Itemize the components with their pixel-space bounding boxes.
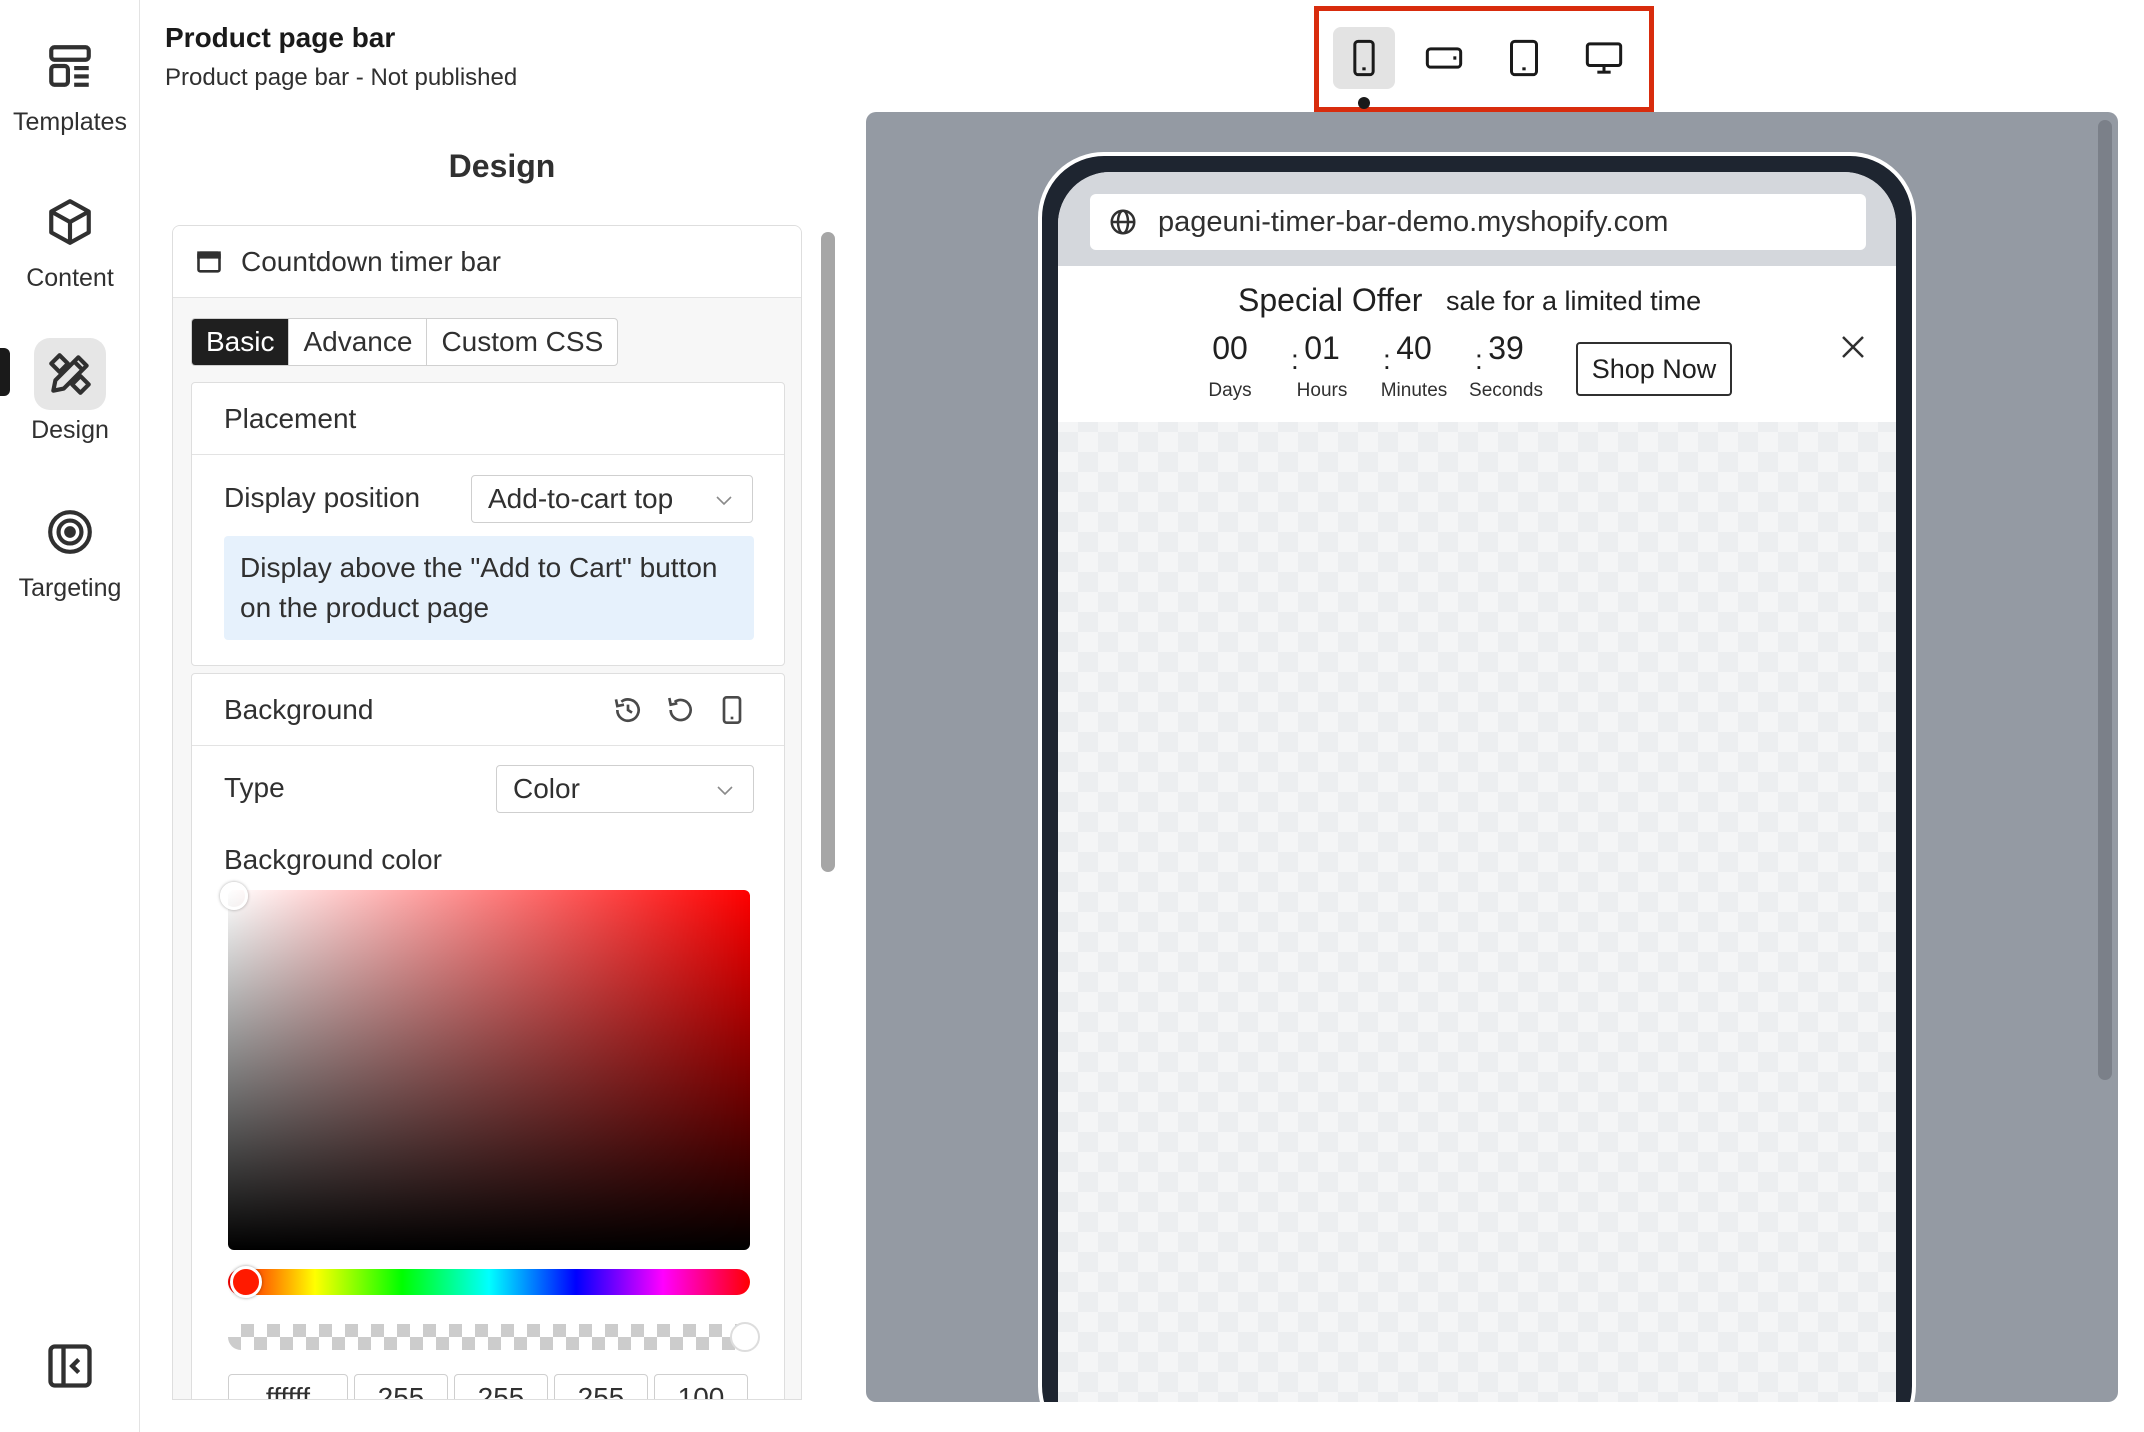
settings-card: Countdown timer bar Basic Advance Custom… (172, 225, 802, 1400)
tab-custom-css[interactable]: Custom CSS (427, 319, 617, 365)
preview-scrollbar[interactable] (2098, 120, 2112, 1080)
tablet-icon (1510, 39, 1538, 77)
history-icon[interactable] (612, 694, 644, 726)
desktop-icon (1585, 42, 1623, 74)
settings-tabs: Basic Advance Custom CSS (191, 318, 619, 366)
device-mobile-portrait-button[interactable] (1333, 27, 1395, 109)
tab-basic[interactable]: Basic (192, 319, 290, 365)
placement-info: Display above the "Add to Cart" button o… (224, 536, 754, 640)
panel-heading: Design (448, 148, 556, 184)
cube-icon (34, 186, 106, 258)
saturation-handle[interactable] (220, 882, 248, 910)
countdown-days: 00 (1212, 330, 1248, 366)
side-nav: Templates Content Design Targeting (0, 0, 140, 1432)
mobile-device-icon[interactable] (716, 694, 748, 726)
device-desktop-button[interactable] (1573, 27, 1635, 89)
chevron-down-icon (717, 786, 733, 796)
hex-input[interactable]: ffffff (228, 1374, 348, 1399)
chevron-down-icon (716, 496, 732, 506)
close-icon[interactable] (1838, 332, 1868, 362)
countdown-days-label: Days (1208, 380, 1252, 401)
background-type-value: Color (513, 773, 580, 804)
color-values: ffffff 255 255 255 100 (228, 1374, 748, 1399)
background-color-label: Background color (224, 844, 442, 875)
nav-label-templates: Templates (13, 108, 127, 136)
red-input[interactable]: 255 (354, 1374, 448, 1399)
panel-scrollbar[interactable] (821, 232, 835, 872)
mobile-landscape-icon (1425, 47, 1463, 69)
hue-handle[interactable] (230, 1266, 262, 1298)
collapse-sidebar-icon[interactable] (44, 1340, 96, 1392)
alpha-handle[interactable] (730, 1322, 760, 1352)
saturation-picker[interactable] (228, 890, 750, 1250)
background-actions (612, 694, 748, 726)
card-header[interactable]: Countdown timer bar (173, 226, 801, 298)
device-toggle (1314, 6, 1654, 112)
reset-icon[interactable] (664, 694, 696, 726)
url-text: pageuni-timer-bar-demo.myshopify.com (1158, 205, 1669, 238)
page-subtitle: Product page bar - Not published (165, 64, 518, 91)
countdown-minutes: 40 (1396, 330, 1432, 366)
nav-label-targeting: Targeting (18, 574, 122, 602)
background-type-select[interactable]: Color (496, 765, 754, 813)
globe-icon (1110, 209, 1136, 235)
browser-bar: pageuni-timer-bar-demo.myshopify.com (1058, 172, 1896, 266)
target-icon (34, 496, 106, 568)
countdown-bar-preview: Special Offer sale for a limited time 00… (1058, 266, 1896, 422)
nav-item-content[interactable]: Content (0, 186, 140, 293)
card-title: Countdown timer bar (241, 245, 501, 277)
nav-label-content: Content (26, 264, 114, 292)
mobile-portrait-icon (1353, 39, 1375, 77)
templates-icon (34, 30, 106, 102)
countdown-hours: 01 (1304, 330, 1340, 366)
alpha-input[interactable]: 100 (654, 1374, 748, 1399)
green-input[interactable]: 255 (454, 1374, 548, 1399)
device-tablet-button[interactable] (1493, 27, 1555, 89)
countdown-minutes-label: Minutes (1380, 380, 1448, 401)
nav-item-templates[interactable]: Templates (0, 30, 140, 137)
display-position-value: Add-to-cart top (488, 483, 674, 514)
type-label: Type (224, 772, 285, 803)
display-position-select[interactable]: Add-to-cart top (471, 475, 753, 523)
background-section: Background Type Color Background color f… (191, 673, 785, 1399)
placement-title: Placement (192, 383, 784, 455)
nav-item-targeting[interactable]: Targeting (0, 496, 140, 603)
phone-frame: pageuni-timer-bar-demo.myshopify.com Spe… (1038, 152, 1916, 1402)
offer-subtitle: sale for a limited time (1446, 286, 1702, 316)
countdown-seconds: 39 (1488, 330, 1524, 366)
hue-slider[interactable] (228, 1269, 750, 1295)
placement-section: Placement Display position Add-to-cart t… (191, 382, 785, 666)
alpha-slider[interactable] (228, 1324, 750, 1350)
countdown-hours-label: Hours (1296, 380, 1348, 401)
display-position-label: Display position (224, 482, 421, 513)
phone-screen: pageuni-timer-bar-demo.myshopify.com Spe… (1058, 172, 1896, 1402)
window-icon (197, 250, 221, 273)
tab-advance[interactable]: Advance (289, 319, 428, 365)
nav-item-design[interactable]: Design (0, 338, 140, 445)
nav-label-design: Design (31, 416, 109, 444)
preview-canvas: pageuni-timer-bar-demo.myshopify.com Spe… (866, 112, 2118, 1402)
design-tools-icon (34, 338, 106, 410)
shop-now-button[interactable]: Shop Now (1576, 342, 1732, 396)
blue-input[interactable]: 255 (554, 1374, 648, 1399)
url-field: pageuni-timer-bar-demo.myshopify.com (1090, 194, 1866, 250)
page-title: Product page bar (165, 22, 396, 53)
device-mobile-landscape-button[interactable] (1413, 27, 1475, 89)
offer-title: Special Offer (1238, 282, 1423, 318)
active-device-dot (1358, 97, 1370, 109)
countdown-seconds-label: Seconds (1469, 380, 1543, 401)
